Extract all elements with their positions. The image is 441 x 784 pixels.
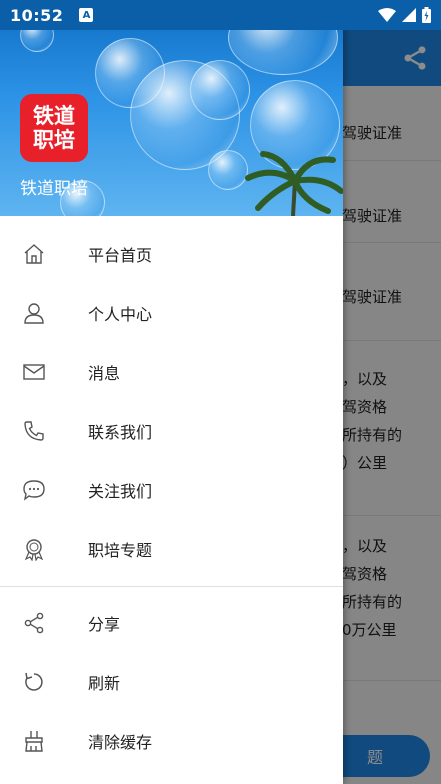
menu-item-profile[interactable]: 个人中心 (0, 283, 343, 342)
menu-item-refresh[interactable]: 刷新 (0, 652, 343, 711)
bubble-decoration (190, 60, 250, 120)
menu-item-label: 分享 (88, 614, 121, 634)
home-icon (24, 243, 44, 264)
status-bar: 10:52 A (0, 0, 441, 30)
menu-item-label: 刷新 (88, 673, 121, 693)
drawer-header: 铁道 职培 铁道职培 (0, 0, 343, 216)
status-icons (378, 7, 431, 23)
menu-divider (0, 586, 343, 587)
wifi-icon (378, 8, 396, 22)
chat-icon (23, 479, 45, 501)
user-icon (24, 302, 44, 324)
menu-item-share[interactable]: 分享 (0, 593, 343, 652)
menu-item-topics[interactable]: 职培专题 (0, 519, 343, 578)
badge-icon (24, 538, 44, 561)
logo-text: 铁道 (33, 104, 75, 128)
menu-item-label: 职培专题 (88, 540, 153, 560)
drawer-menu: 平台首页 个人中心 消息 联系我们 关注我们 职培专题 分享 刷新 清除缓存 (0, 216, 343, 770)
menu-item-label: 清除缓存 (88, 732, 153, 752)
broom-icon (25, 730, 43, 752)
notification-badge: A (79, 8, 94, 22)
signal-icon (402, 8, 416, 22)
status-time: 10:52 (10, 5, 64, 25)
app-logo: 铁道 职培 (20, 94, 88, 162)
menu-item-home[interactable]: 平台首页 (0, 224, 343, 283)
logo-text: 职培 (33, 128, 75, 152)
menu-item-label: 消息 (88, 363, 121, 383)
battery-icon (422, 7, 431, 23)
menu-item-follow[interactable]: 关注我们 (0, 460, 343, 519)
phone-icon (24, 420, 44, 441)
share-icon (24, 612, 44, 633)
navigation-drawer: 铁道 职培 铁道职培 平台首页 个人中心 消息 联系我们 关注我们 职培专题 分… (0, 0, 343, 784)
menu-item-messages[interactable]: 消息 (0, 342, 343, 401)
refresh-icon (25, 672, 43, 691)
menu-item-label: 关注我们 (88, 481, 153, 501)
menu-item-label: 个人中心 (88, 304, 153, 324)
menu-item-label: 联系我们 (88, 422, 153, 442)
menu-item-clear-cache[interactable]: 清除缓存 (0, 711, 343, 770)
app-name: 铁道职培 (20, 179, 88, 199)
palm-tree-decoration (245, 151, 343, 216)
mail-icon (23, 363, 45, 380)
menu-item-contact[interactable]: 联系我们 (0, 401, 343, 460)
menu-item-label: 平台首页 (88, 245, 153, 265)
